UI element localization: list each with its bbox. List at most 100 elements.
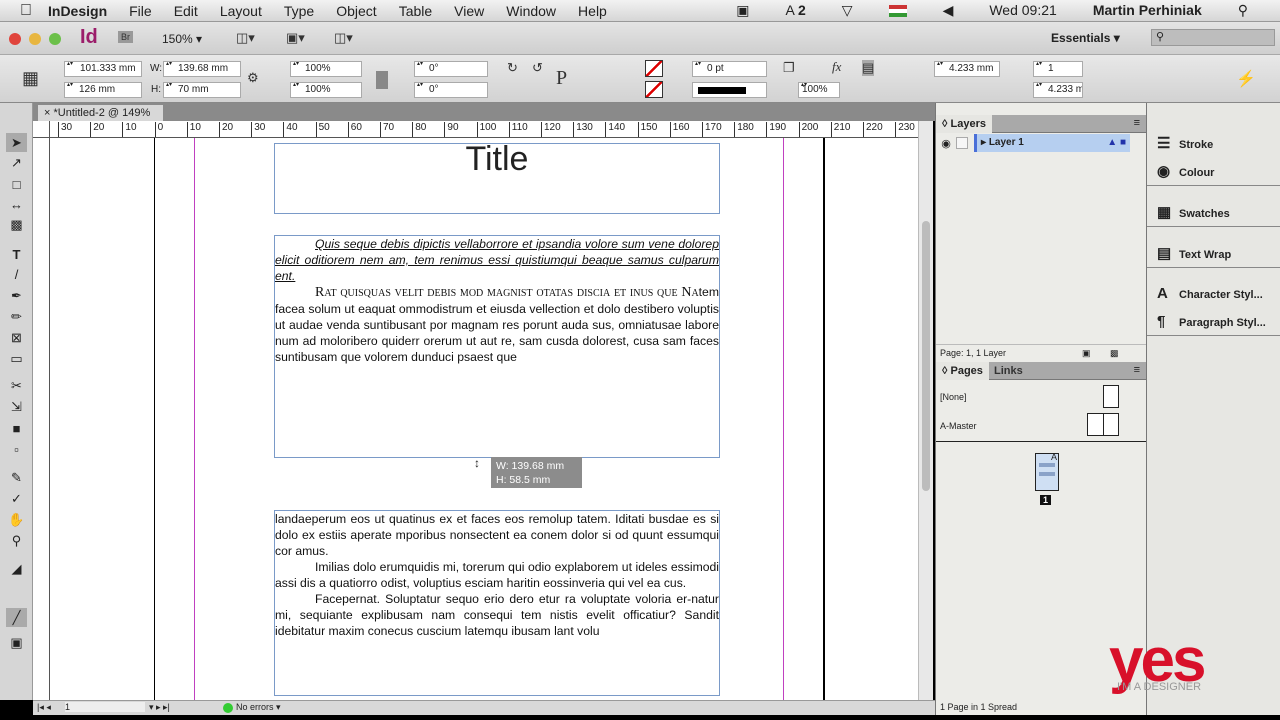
columns-field[interactable]: 1 xyxy=(1033,61,1083,77)
width-field[interactable]: 139.68 mm xyxy=(163,61,241,77)
bridge-button[interactable]: Br xyxy=(118,31,133,43)
vertical-scrollbar[interactable] xyxy=(918,121,933,700)
scale-y-field[interactable]: 100% xyxy=(290,82,362,98)
rotate-ccw-icon[interactable]: ↺ xyxy=(532,60,543,76)
wifi-icon[interactable]: ▽ xyxy=(842,2,853,19)
volume-icon[interactable]: ◀ xyxy=(943,2,954,19)
text-wrap-panel-button[interactable]: ▤ Text Wrap xyxy=(1157,244,1231,262)
pencil-tool-icon[interactable]: ✏ xyxy=(6,307,27,326)
rectangle-tool-icon[interactable]: ▭ xyxy=(6,349,27,368)
content-collector-icon[interactable]: ▩ xyxy=(6,215,27,234)
next-page-button[interactable]: ▾ ▸ ▸| xyxy=(149,702,170,713)
select-container-icon[interactable]: P xyxy=(556,67,567,90)
swatches-panel-button[interactable]: ▦ Swatches xyxy=(1157,203,1230,221)
scale-x-field[interactable]: 100% xyxy=(290,61,362,77)
text-wrap-none-icon[interactable]: ▤ xyxy=(862,60,875,76)
first-page-button[interactable]: |◂ ◂ xyxy=(37,702,51,713)
zoom-tool-icon[interactable]: ⚲ xyxy=(6,531,27,550)
workspace-switcher[interactable]: Essentials ▾ xyxy=(1051,31,1120,45)
none-master-thumbnail[interactable] xyxy=(1103,385,1119,408)
menu-view[interactable]: View xyxy=(454,3,484,19)
constrain-proportions-icon[interactable]: ⚙ xyxy=(247,70,259,86)
view-options-icon[interactable]: ◫▾ xyxy=(236,30,255,46)
clock[interactable]: Wed 09:21 xyxy=(989,2,1056,19)
flag-icon[interactable] xyxy=(888,5,907,17)
menu-window[interactable]: Window xyxy=(506,3,556,19)
text-frame-1[interactable]: Quis seque debis dipictis vellaborrore e… xyxy=(274,235,720,458)
shear-angle-field[interactable]: 0° xyxy=(414,82,488,98)
x-field[interactable]: 101.333 mm xyxy=(64,61,142,77)
scissors-tool-icon[interactable]: ✂ xyxy=(6,376,27,395)
screen-mode-tool-icon[interactable]: ▣ xyxy=(6,633,27,652)
rotation-angle-field[interactable]: 0° xyxy=(414,61,488,77)
drop-shadow-icon[interactable]: ❐ xyxy=(783,60,795,76)
none-master[interactable]: [None] xyxy=(940,392,967,402)
horizontal-ruler[interactable]: 30 20 10 0 10 20 30 40 50 60 70 80 90 100 110 120 130 140… xyxy=(50,121,918,138)
effects-icon[interactable]: fx xyxy=(832,59,841,75)
panel-menu-icon[interactable]: ≡ xyxy=(1134,364,1140,376)
paragraph-styles-panel-button[interactable]: ¶ Paragraph Styl... xyxy=(1157,313,1266,330)
panel-menu-icon[interactable]: ≡ xyxy=(1134,117,1140,129)
menu-type[interactable]: Type xyxy=(284,3,314,19)
stroke-panel-button[interactable]: ☰ Stroke xyxy=(1157,134,1213,152)
selection-tool-icon[interactable]: ➤ xyxy=(6,133,27,152)
eyedropper-tool-icon[interactable]: ✓ xyxy=(6,489,27,508)
pages-divider[interactable] xyxy=(936,441,1146,442)
apply-none-icon[interactable]: ╱ xyxy=(6,608,27,627)
text-frame-2[interactable]: landaeperum eos ut quatinus ex et faces … xyxy=(274,510,720,696)
spotlight-icon[interactable]: ⚲ xyxy=(1238,2,1248,19)
stroke-weight-field[interactable]: 0 pt xyxy=(692,61,767,77)
adobe-icon[interactable]: A 2 xyxy=(786,2,806,19)
menu-file[interactable]: File xyxy=(129,3,152,19)
minimize-window-button[interactable] xyxy=(29,33,41,45)
frame-gutter-field[interactable]: 4.233 mm xyxy=(934,61,1000,77)
apple-icon[interactable]:  xyxy=(20,2,32,20)
fill-swatch[interactable] xyxy=(645,60,663,77)
menu-layout[interactable]: Layout xyxy=(220,3,262,19)
tab-links[interactable]: Links xyxy=(988,362,1029,380)
line-tool-icon[interactable]: / xyxy=(6,265,27,284)
document-canvas[interactable]: Title Quis seque debis dipictis vellabor… xyxy=(50,138,918,700)
constrain-scale-icon[interactable] xyxy=(376,71,388,89)
help-search-input[interactable]: ⚲ xyxy=(1151,29,1275,46)
stroke-swatch[interactable] xyxy=(645,81,663,98)
page-1-thumbnail[interactable]: A xyxy=(1035,452,1059,491)
type-tool-icon[interactable]: T xyxy=(6,245,27,264)
gap-tool-icon[interactable]: ↔ xyxy=(6,195,27,214)
page-tool-icon[interactable]: □ xyxy=(6,175,27,194)
height-field[interactable]: 70 mm xyxy=(163,82,241,98)
visibility-eye-icon[interactable]: ◉ xyxy=(936,137,956,150)
zoom-level-dropdown[interactable]: 150% ▾ xyxy=(162,32,202,46)
screen-mode-icon[interactable]: ▣▾ xyxy=(286,30,305,46)
menu-edit[interactable]: Edit xyxy=(174,3,198,19)
a-master-thumbnail[interactable] xyxy=(1087,413,1119,436)
page-number-field[interactable]: 1 xyxy=(65,702,145,712)
fill-stroke-icon[interactable]: ◢ xyxy=(6,559,27,578)
y-field[interactable]: 126 mm xyxy=(64,82,142,98)
layer-name[interactable]: ▸ Layer 1 ▲ ■ xyxy=(974,134,1130,152)
zoom-window-button[interactable] xyxy=(49,33,61,45)
direct-selection-tool-icon[interactable]: ↗ xyxy=(6,153,27,172)
menu-table[interactable]: Table xyxy=(399,3,432,19)
camera-icon[interactable]: ▣ xyxy=(736,2,749,19)
arrange-documents-icon[interactable]: ◫▾ xyxy=(334,30,353,46)
hand-tool-icon[interactable]: ✋ xyxy=(6,510,27,529)
lock-toggle[interactable] xyxy=(956,137,968,149)
reference-point-icon[interactable]: ▦ xyxy=(22,68,39,89)
pen-tool-icon[interactable]: ✒ xyxy=(6,286,27,305)
tab-layers[interactable]: ◊ Layers xyxy=(936,115,992,133)
new-layer-icon[interactable]: ▣ xyxy=(1082,348,1091,359)
menu-object[interactable]: Object xyxy=(336,3,376,19)
delete-layer-icon[interactable]: ▩ xyxy=(1110,348,1119,359)
title-frame[interactable]: Title xyxy=(274,142,720,214)
close-window-button[interactable] xyxy=(9,33,21,45)
scroll-thumb[interactable] xyxy=(922,221,930,491)
opacity-field[interactable]: 100% xyxy=(798,82,840,98)
column-gutter-field[interactable]: 4.233 m xyxy=(1033,82,1083,98)
stroke-type-dropdown[interactable] xyxy=(692,82,767,98)
layer-row[interactable]: ◉ ▸ Layer 1 ▲ ■ xyxy=(936,134,1130,152)
layer-target-icon[interactable]: ▲ ■ xyxy=(1107,134,1126,152)
colour-panel-button[interactable]: ◉ Colour xyxy=(1157,162,1214,180)
gradient-swatch-tool-icon[interactable]: ■ xyxy=(6,419,27,438)
tab-pages[interactable]: ◊ Pages xyxy=(936,362,989,380)
